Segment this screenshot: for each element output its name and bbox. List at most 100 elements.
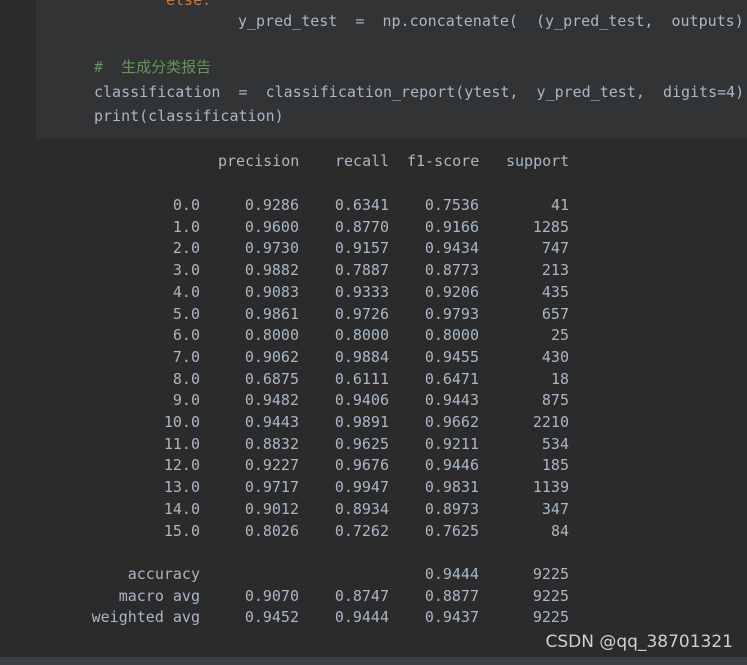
table-row: 0.0 0.9286 0.6341 0.7536 41	[36, 194, 747, 216]
table-row: 10.0 0.9443 0.9891 0.9662 2210	[36, 411, 747, 433]
table-row: 5.0 0.9861 0.9726 0.9793 657	[36, 303, 747, 325]
watermark: CSDN @qq_38701321	[545, 632, 733, 652]
row-label: 15.0	[163, 522, 200, 540]
row-label: 11.0	[163, 435, 200, 453]
cell-f1-score: 0.9206	[424, 283, 479, 301]
cell-precision: 0.9861	[244, 305, 299, 323]
cell-support: 347	[541, 500, 569, 518]
cell-support: 84	[550, 522, 569, 540]
table-row: 15.0 0.8026 0.7262 0.7625 84	[36, 520, 747, 542]
cell-support: 1285	[532, 218, 569, 236]
cell-support: 9225	[532, 565, 569, 583]
row-label: 8.0	[172, 370, 200, 388]
code-line-classification-report: classification = classification_report(y…	[94, 83, 745, 101]
cell-precision: 0.9730	[244, 239, 299, 257]
row-label: 2.0	[172, 239, 200, 257]
code-comment: # 生成分类报告	[94, 58, 212, 76]
code-cell[interactable]: else: y_pred_test = np.concatenate( (y_p…	[36, 0, 747, 139]
cell-recall: 0.9891	[334, 413, 389, 431]
cell-support: 534	[541, 435, 569, 453]
row-label: 12.0	[163, 456, 200, 474]
row-label: 6.0	[172, 326, 200, 344]
row-label: 0.0	[172, 196, 200, 214]
cell-f1-score: 0.9437	[424, 608, 479, 626]
cell-f1-score: 0.9831	[424, 478, 479, 496]
cell-recall: 0.8747	[334, 587, 389, 605]
cell-support: 747	[541, 239, 569, 257]
cell-support: 1139	[532, 478, 569, 496]
cell-precision: 0.8026	[244, 522, 299, 540]
cell-recall: 0.9625	[334, 435, 389, 453]
row-label: 5.0	[172, 305, 200, 323]
cell-recall: 0.8000	[334, 326, 389, 344]
cell-support: 2210	[532, 413, 569, 431]
cell-precision: 0.9083	[244, 283, 299, 301]
header-support: support	[506, 152, 570, 170]
cell-recall: 0.9157	[334, 239, 389, 257]
cell-precision: 0.6875	[244, 370, 299, 388]
row-label: 3.0	[172, 261, 200, 279]
cell-support: 41	[550, 196, 569, 214]
cell-precision: 0.9286	[244, 196, 299, 214]
table-row: 1.0 0.9600 0.8770 0.9166 1285	[36, 216, 747, 238]
cell-precision: 0.9600	[244, 218, 299, 236]
cell-recall: 0.9406	[334, 391, 389, 409]
row-label: 4.0	[172, 283, 200, 301]
header-recall: recall	[335, 152, 390, 170]
cell-precision: 0.9717	[244, 478, 299, 496]
cell-f1-score: 0.9434	[424, 239, 479, 257]
cell-support: 9225	[532, 608, 569, 626]
cell-recall: 0.9947	[334, 478, 389, 496]
cell-f1-score: 0.9662	[424, 413, 479, 431]
cell-f1-score: 0.9446	[424, 456, 479, 474]
cell-f1-score: 0.6471	[424, 370, 479, 388]
row-label: 9.0	[172, 391, 200, 409]
cell-f1-score: 0.9443	[424, 391, 479, 409]
cell-support: 25	[550, 326, 569, 344]
table-row: 13.0 0.9717 0.9947 0.9831 1139	[36, 476, 747, 498]
cell-f1-score: 0.8877	[424, 587, 479, 605]
code-line-concatenate: y_pred_test = np.concatenate( (y_pred_te…	[238, 12, 744, 30]
table-row: 4.0 0.9083 0.9333 0.9206 435	[36, 281, 747, 303]
cell-support: 430	[541, 348, 569, 366]
summary-row: macro avg 0.9070 0.8747 0.8877 9225	[36, 585, 747, 607]
cell-precision: 0.9062	[244, 348, 299, 366]
cell-f1-score: 0.7536	[424, 196, 479, 214]
cell-recall: 0.9884	[334, 348, 389, 366]
cell-precision: 0.9227	[244, 456, 299, 474]
cell-f1-score: 0.7625	[424, 522, 479, 540]
table-row: 14.0 0.9012 0.8934 0.8973 347	[36, 498, 747, 520]
table-row: 12.0 0.9227 0.9676 0.9446 185	[36, 454, 747, 476]
cell-recall: 0.6341	[334, 196, 389, 214]
cell-precision: 0.9012	[244, 500, 299, 518]
cell-recall: 0.9676	[334, 456, 389, 474]
cell-precision: 0.9482	[244, 391, 299, 409]
row-label: 7.0	[172, 348, 200, 366]
table-row: 6.0 0.8000 0.8000 0.8000 25	[36, 324, 747, 346]
cell-f1-score: 0.8973	[424, 500, 479, 518]
cell-f1-score: 0.9793	[424, 305, 479, 323]
cell-support: 185	[541, 456, 569, 474]
cell-recall: 0.8934	[334, 500, 389, 518]
cell-precision: 0.9443	[244, 413, 299, 431]
table-row: 3.0 0.9882 0.7887 0.8773 213	[36, 259, 747, 281]
summary-row: accuracy 0.9444 9225	[36, 563, 747, 585]
cell-recall: 0.6111	[334, 370, 389, 388]
cell-precision: 0.9882	[244, 261, 299, 279]
cell-f1-score: 0.9455	[424, 348, 479, 366]
cell-precision: 0.9070	[244, 587, 299, 605]
table-row: 7.0 0.9062 0.9884 0.9455 430	[36, 346, 747, 368]
bottom-bar	[0, 657, 747, 665]
row-label: 14.0	[163, 500, 200, 518]
row-label: macro avg	[118, 587, 200, 605]
code-line-print: print(classification)	[94, 107, 284, 125]
header-f1-score: f1-score	[407, 152, 480, 170]
row-label: 1.0	[172, 218, 200, 236]
cell-f1-score: 0.9166	[424, 218, 479, 236]
table-row: 9.0 0.9482 0.9406 0.9443 875	[36, 389, 747, 411]
row-label: weighted avg	[91, 608, 200, 626]
cell-recall: 0.7262	[334, 522, 389, 540]
cell-recall: 0.7887	[334, 261, 389, 279]
cell-precision: 0.9452	[244, 608, 299, 626]
cell-support: 657	[541, 305, 569, 323]
